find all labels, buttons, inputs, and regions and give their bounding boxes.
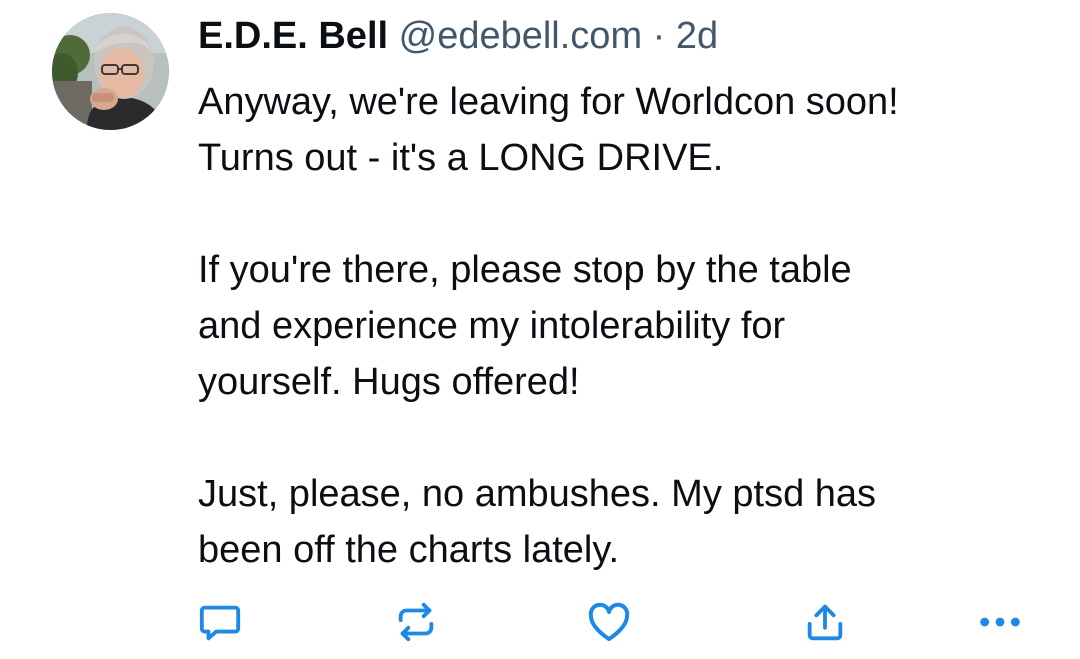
post-line: If you're there, please stop by the tabl… [198,249,852,291]
more-button[interactable] [974,598,1026,646]
post-header: E.D.E. Bell @edebell.com · 2d [198,14,718,58]
post[interactable]: E.D.E. Bell @edebell.com · 2d Anyway, we… [0,0,1080,659]
post-line: Just, please, no ambushes. My ptsd has [198,473,877,515]
avatar-photo [52,13,169,130]
reply-button[interactable] [196,598,244,646]
post-actions [0,598,1080,648]
post-line: and experience my intolerability for [198,305,786,347]
reply-icon [199,605,241,641]
heart-icon [588,602,630,641]
like-button[interactable] [585,598,633,646]
post-text: Anyway, we're leaving for Worldcon soon!… [198,74,1058,578]
post-paragraph: Anyway, we're leaving for Worldcon soon!… [198,74,1058,186]
author-display-name[interactable]: E.D.E. Bell [198,15,388,57]
post-line: Turns out - it's a LONG DRIVE. [198,137,724,179]
post-line: been off the charts lately. [198,529,620,571]
author-handle[interactable]: @edebell.com [399,15,642,57]
repost-button[interactable] [392,598,440,646]
more-icon [980,617,1020,627]
avatar[interactable] [52,13,169,130]
repost-icon [398,602,434,642]
share-button[interactable] [801,598,849,646]
post-paragraph: Just, please, no ambushes. My ptsd has b… [198,466,1058,578]
post-line: Anyway, we're leaving for Worldcon soon! [198,81,899,123]
post-timestamp[interactable]: 2d [676,15,718,57]
post-paragraph: If you're there, please stop by the tabl… [198,242,1058,410]
post-line: yourself. Hugs offered! [198,361,580,403]
share-icon [807,604,843,641]
header-separator: · [652,15,666,57]
